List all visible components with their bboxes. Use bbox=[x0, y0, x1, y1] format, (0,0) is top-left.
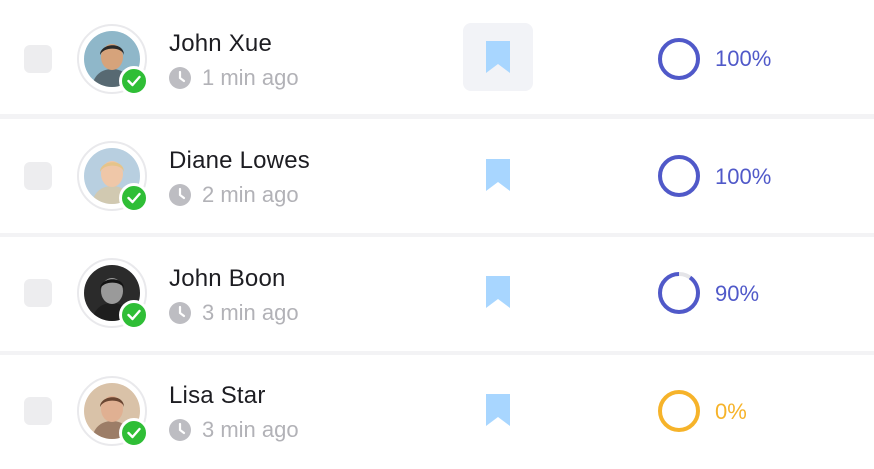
progress-ring bbox=[656, 153, 702, 199]
progress-ring bbox=[656, 36, 702, 82]
verified-check-icon bbox=[119, 66, 149, 96]
list-item[interactable]: Lisa Star 3 min ago 0% bbox=[0, 355, 874, 469]
avatar bbox=[77, 141, 149, 213]
clock-icon bbox=[169, 184, 191, 206]
bookmark-icon bbox=[486, 394, 510, 426]
progress-track bbox=[658, 390, 700, 432]
bookmark-icon bbox=[486, 41, 510, 73]
progress-percent: 0% bbox=[715, 399, 747, 424]
timestamp: 2 min ago bbox=[169, 182, 299, 208]
list-item[interactable]: John Boon 3 min ago 90% bbox=[0, 237, 874, 351]
progress-arc bbox=[658, 272, 700, 314]
timestamp-text: 1 min ago bbox=[202, 65, 299, 90]
progress-percent: 100% bbox=[715, 164, 772, 189]
verified-check-icon bbox=[119, 418, 149, 448]
timestamp: 1 min ago bbox=[169, 65, 299, 91]
timestamp-text: 2 min ago bbox=[202, 182, 299, 207]
avatar bbox=[77, 258, 149, 330]
clock-icon bbox=[169, 67, 191, 89]
verified-check-icon bbox=[119, 183, 149, 213]
row-checkbox[interactable] bbox=[24, 279, 52, 307]
progress-arc bbox=[658, 38, 700, 80]
row-checkbox[interactable] bbox=[24, 162, 52, 190]
activity-list: John Xue 1 min ago 100% Diane Lowes 2 mi… bbox=[0, 0, 874, 469]
bookmark-button[interactable] bbox=[463, 376, 533, 444]
bookmark-button[interactable] bbox=[463, 23, 533, 91]
progress-percent: 100% bbox=[715, 46, 772, 71]
timestamp-text: 3 min ago bbox=[202, 300, 299, 325]
progress-ring bbox=[656, 388, 702, 434]
clock-icon bbox=[169, 302, 191, 324]
progress-arc bbox=[658, 155, 700, 197]
user-name: Diane Lowes bbox=[169, 147, 310, 174]
avatar bbox=[77, 24, 149, 96]
bookmark-icon bbox=[486, 159, 510, 191]
verified-check-icon bbox=[119, 300, 149, 330]
row-checkbox[interactable] bbox=[24, 397, 52, 425]
bookmark-button[interactable] bbox=[463, 141, 533, 209]
user-name: Lisa Star bbox=[169, 382, 266, 409]
list-item[interactable]: John Xue 1 min ago 100% bbox=[0, 0, 874, 114]
user-name: John Xue bbox=[169, 30, 273, 57]
progress-ring bbox=[656, 270, 702, 316]
row-checkbox[interactable] bbox=[24, 45, 52, 73]
timestamp-text: 3 min ago bbox=[202, 417, 299, 442]
avatar bbox=[77, 376, 149, 448]
timestamp: 3 min ago bbox=[169, 417, 299, 443]
list-item[interactable]: Diane Lowes 2 min ago 100% bbox=[0, 119, 874, 233]
progress-percent: 90% bbox=[715, 281, 760, 306]
bookmark-button[interactable] bbox=[463, 258, 533, 326]
clock-icon bbox=[169, 419, 191, 441]
timestamp: 3 min ago bbox=[169, 300, 299, 326]
bookmark-icon bbox=[486, 276, 510, 308]
user-name: John Boon bbox=[169, 265, 286, 292]
